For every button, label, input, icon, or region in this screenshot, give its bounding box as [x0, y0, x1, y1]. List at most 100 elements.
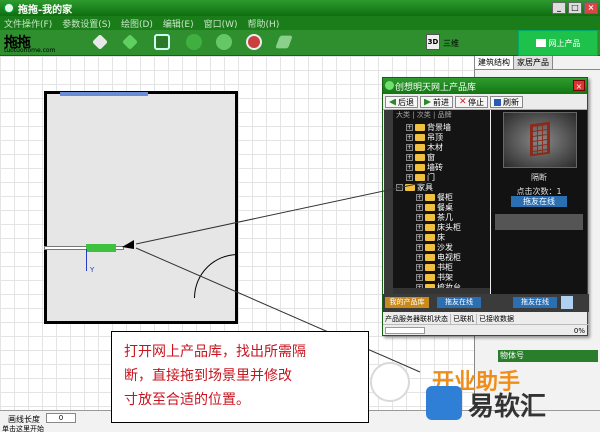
- folder-icon: [425, 233, 435, 241]
- line-length-input[interactable]: 0: [46, 413, 76, 423]
- expand-icon[interactable]: +: [416, 193, 423, 201]
- menu-window[interactable]: 窗口(W): [204, 17, 238, 30]
- tree-item[interactable]: + 电视柜: [416, 252, 461, 262]
- callout-line-2: 断，直接拖到场景里并修改: [124, 368, 292, 384]
- watermark-badge-icon: [370, 362, 410, 402]
- maximize-button[interactable]: □: [568, 2, 582, 14]
- dialog-icon: [385, 81, 394, 90]
- tree-item[interactable]: + 木材: [406, 142, 443, 152]
- tree-item[interactable]: + 床头柜: [416, 222, 461, 232]
- expand-icon[interactable]: +: [416, 203, 423, 211]
- forward-button[interactable]: 前进: [420, 96, 453, 108]
- tree-item[interactable]: + 门: [406, 172, 435, 182]
- online-friends-button-1[interactable]: 拖友在线: [437, 297, 481, 308]
- dialog-status: 产品服务器联机状态 已联机 已接收数据 0%: [383, 313, 589, 336]
- start-hint[interactable]: 单击这里开始: [2, 424, 44, 432]
- tree-item[interactable]: + 餐柜: [416, 192, 453, 202]
- expand-icon[interactable]: +: [416, 243, 423, 251]
- tree-item[interactable]: − 家具: [396, 182, 433, 192]
- folder-icon: [415, 143, 425, 151]
- stop-button[interactable]: ✕ 停止: [455, 96, 488, 108]
- stop-record-icon[interactable]: [246, 34, 262, 50]
- refresh-button[interactable]: 刷新: [490, 96, 523, 108]
- undo-icon[interactable]: [275, 35, 293, 49]
- tree-item[interactable]: + 吊顶: [406, 132, 443, 142]
- progress-text: 0%: [573, 326, 585, 335]
- expand-icon[interactable]: +: [406, 173, 413, 181]
- view-3d-button[interactable]: 3D: [426, 34, 440, 50]
- callout-line-3: 寸放至合适的位置。: [124, 392, 250, 408]
- menu-edit[interactable]: 编辑(E): [163, 17, 194, 30]
- window-controls: _ □ ×: [552, 2, 598, 14]
- received-data-label: 已接收数据: [479, 314, 514, 323]
- forward-label: 前进: [433, 97, 449, 107]
- new-file-icon[interactable]: [122, 34, 138, 50]
- expand-icon[interactable]: +: [406, 123, 413, 131]
- app-icon: [4, 3, 14, 13]
- window-title: 拖拖-我的家: [18, 4, 73, 16]
- y-axis-label: Y: [90, 266, 95, 274]
- expand-icon[interactable]: +: [406, 143, 413, 151]
- tree-item[interactable]: + 背景墙: [406, 122, 451, 132]
- watermark-text: 易软汇: [468, 392, 547, 422]
- tree-item[interactable]: + 床: [416, 232, 445, 242]
- object-number-label: 物体号: [498, 350, 598, 362]
- minimize-button[interactable]: _: [552, 2, 566, 14]
- rotate-icon[interactable]: [216, 34, 232, 50]
- expand-icon[interactable]: +: [416, 263, 423, 271]
- online-friends-button-2[interactable]: 拖友在线: [513, 297, 557, 308]
- tree-scrollbar[interactable]: [384, 110, 393, 294]
- menu-draw[interactable]: 绘图(D): [121, 17, 153, 30]
- folder-icon: [425, 213, 435, 221]
- expand-icon[interactable]: +: [416, 273, 423, 281]
- my-library-button[interactable]: 我的产品库: [385, 297, 429, 308]
- tree-tabs[interactable]: 大类 | 次类 | 品牌: [396, 110, 452, 120]
- expand-icon[interactable]: +: [406, 133, 413, 141]
- preview-image[interactable]: [503, 112, 577, 168]
- tab-building-structure[interactable]: 建筑结构: [475, 56, 514, 69]
- toolbar: 拖拖 tuotuohome.com 3D 三维: [0, 30, 600, 56]
- open-file-icon[interactable]: [92, 34, 108, 50]
- folder-icon: [425, 223, 435, 231]
- close-button[interactable]: ×: [584, 2, 598, 14]
- preview-slot: [495, 214, 583, 230]
- online-products-label: 网上产品: [548, 38, 581, 48]
- partition-selection[interactable]: [86, 244, 116, 252]
- view-3d-label: 三维: [443, 39, 459, 48]
- category-tree[interactable]: 大类 | 次类 | 品牌 + 背景墙 + 吊顶 + 木材 + 窗 + 墙砖 + 门 − 家具 + 餐柜 + 餐桌 +…: [384, 110, 490, 294]
- tree-item[interactable]: + 书架: [416, 272, 453, 282]
- back-label: 后退: [398, 97, 414, 107]
- menu-file[interactable]: 文件操作(F): [4, 17, 52, 30]
- expand-icon[interactable]: +: [416, 223, 423, 231]
- expand-icon[interactable]: −: [396, 183, 403, 191]
- tree-item[interactable]: + 书柜: [416, 262, 453, 272]
- folder-icon: [425, 203, 435, 211]
- stop-label: 停止: [468, 97, 484, 107]
- tree-item[interactable]: + 墙砖: [406, 162, 443, 172]
- expand-icon[interactable]: +: [406, 163, 413, 171]
- back-button[interactable]: 后退: [385, 96, 418, 108]
- tree-item[interactable]: + 窗: [406, 152, 435, 162]
- refresh-icon: [494, 98, 501, 106]
- folder-icon: [415, 153, 425, 161]
- dialog-title: 创想明天网上产品库: [395, 82, 477, 93]
- expand-icon[interactable]: +: [416, 253, 423, 261]
- expand-icon[interactable]: +: [416, 233, 423, 241]
- expand-icon[interactable]: +: [416, 213, 423, 221]
- preview-online-button[interactable]: 拖友在线: [511, 196, 567, 207]
- tree-item[interactable]: + 茶几: [416, 212, 453, 222]
- dialog-bottom-bar: 我的产品库 拖友在线 拖友在线: [383, 294, 589, 312]
- dialog-title-bar: 创想明天网上产品库 ×: [383, 78, 587, 94]
- save-icon[interactable]: [154, 34, 170, 50]
- tab-home-products[interactable]: 家居产品: [514, 56, 553, 69]
- tree-item[interactable]: + 沙发: [416, 242, 453, 252]
- zoom-icon[interactable]: [186, 34, 202, 50]
- menu-settings[interactable]: 参数设置(S): [62, 17, 111, 30]
- online-products-button[interactable]: 网上产品: [518, 30, 598, 56]
- expand-icon[interactable]: +: [406, 153, 413, 161]
- tree-item[interactable]: + 餐桌: [416, 202, 453, 212]
- menu-help[interactable]: 帮助(H): [248, 17, 280, 30]
- title-bar: 拖拖-我的家 _ □ ×: [0, 0, 600, 16]
- online-icon: [535, 39, 546, 47]
- dialog-close-button[interactable]: ×: [573, 80, 585, 91]
